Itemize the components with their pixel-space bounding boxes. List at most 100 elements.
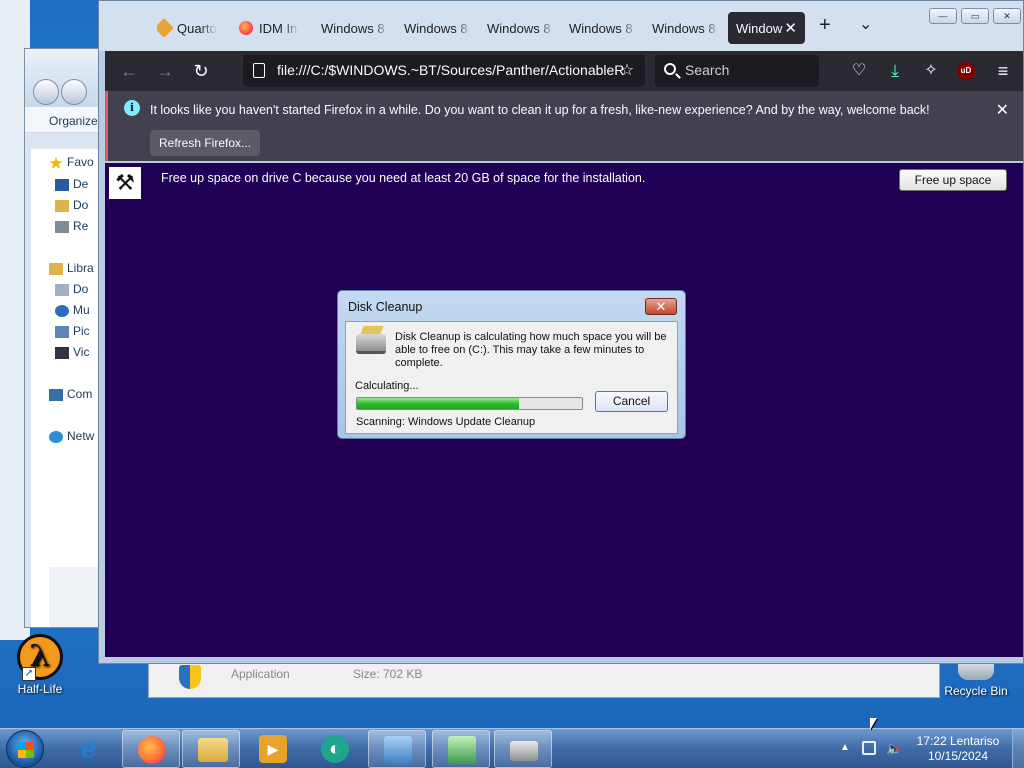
show-hidden-icons-button[interactable]: ▲ [840,742,850,753]
clock-date: 10/15/2024 [927,749,989,763]
tab-label: IDM Int [259,21,299,36]
tab-quarto[interactable]: Quarto [157,12,217,44]
nav-item-desktop[interactable]: De [55,177,88,195]
desktop-icon-label: Half-Life [17,682,63,696]
search-icon [664,63,676,75]
tab-idm[interactable]: IDM Int [239,12,299,44]
nav-item-label: Favo [67,155,94,169]
page-icon [253,63,265,78]
back-arrow-icon[interactable]: ← [117,59,141,83]
taskbar-app[interactable]: ◐ [306,730,364,768]
taskbar-control-panel[interactable] [368,730,426,768]
disk-cleanup-icon [510,741,538,761]
libraries-icon [49,262,63,275]
new-tab-button[interactable]: + [819,15,831,35]
url-bar[interactable]: file:///C:/$WINDOWS.~BT/Sources/Panther/… [243,55,645,87]
quarto-icon [157,18,174,38]
cancel-button[interactable]: Cancel [595,391,668,412]
tab-label: Windows 8 [569,21,633,36]
nav-item-pictures[interactable]: Pic [55,324,90,342]
explorer-window[interactable]: Organize Favo De Do Re Libra Do Mu Pic V… [24,48,109,628]
desktop-icon-half-life[interactable]: λ ↗ Half-Life [0,634,80,696]
app-icon: ◐ [321,735,349,763]
network-tray-icon[interactable] [862,741,876,755]
system-clock[interactable]: 17:22 Lentariso 10/15/2024 [912,734,1004,764]
bookmark-star-icon[interactable]: ☆ [615,59,639,83]
nav-item-label: Netw [67,429,95,443]
taskbar-windows-setup[interactable] [432,730,490,768]
nav-item-computer[interactable]: Com [49,387,92,405]
window-close-button[interactable]: ✕ [993,8,1021,24]
videos-icon [55,346,69,359]
close-icon[interactable]: ✕ [996,100,1009,120]
nav-item-recent-places[interactable]: Re [55,219,88,237]
progress-fill [357,398,519,409]
setup-size-label: Size: 702 KB [353,667,423,681]
disk-cleanup-dialog[interactable]: Disk Cleanup ✕ Disk Cleanup is calculati… [337,290,686,439]
tab-label: Windows 8 [404,21,468,36]
show-desktop-button[interactable] [1012,729,1024,768]
organize-menu[interactable]: Organize [25,107,105,133]
half-life-icon: λ ↗ [17,634,63,681]
computer-icon [49,388,63,401]
search-field[interactable]: Search [655,55,819,87]
progress-bar [356,397,583,410]
nav-item-documents[interactable]: Do [55,282,88,300]
tab-strip: Quarto IDM Int Windows 8 Windows 8 Windo… [99,1,1023,51]
reload-icon[interactable]: ↻ [189,59,213,83]
refresh-firefox-button[interactable]: Refresh Firefox... [150,130,260,156]
tab-windows-8[interactable]: Windows 8 [652,12,720,44]
network-icon [49,430,63,443]
nav-item-music[interactable]: Mu [55,303,90,321]
taskbar-firefox[interactable] [122,730,180,768]
star-icon [49,156,63,169]
taskbar-disk-cleanup[interactable] [494,730,552,768]
free-up-space-button[interactable]: Free up space [899,169,1007,191]
desktop-icon-recycle-bin[interactable]: Recycle Bin [936,660,1016,698]
tab-windows-8[interactable]: Windows 8 [569,12,637,44]
nav-item-libraries[interactable]: Libra [49,261,94,279]
start-button[interactable] [6,730,44,768]
mouse-cursor-icon [870,718,877,730]
tab-windows-8[interactable]: Windows 8 [487,12,555,44]
nav-item-label: Pic [73,324,90,338]
tab-windows-8[interactable]: Windows 8 [404,12,472,44]
control-panel-icon [384,736,412,764]
pocket-icon[interactable]: ♡ [847,59,871,83]
windows-logo-icon [18,742,34,758]
desktop-icon-label: Recycle Bin [944,684,1008,698]
list-all-tabs-button[interactable]: ⌄ [859,15,872,35]
tab-label: Quarto [177,21,217,36]
tab-windows-8[interactable]: Windows 8 [321,12,389,44]
notification-text: It looks like you haven't started Firefo… [150,103,930,117]
volume-muted-icon[interactable]: 🔈 ✕ [886,741,902,757]
maximize-button[interactable]: ▭ [961,8,989,24]
close-icon[interactable]: ✕ [784,19,797,37]
nav-item-label: De [73,177,89,191]
nav-item-downloads[interactable]: Do [55,198,88,216]
minimize-button[interactable]: — [929,8,957,24]
extensions-icon[interactable]: ✧ [919,59,943,83]
taskbar-windows-explorer[interactable] [182,730,240,768]
navigation-toolbar: ← → ↻ file:///C:/$WINDOWS.~BT/Sources/Pa… [105,51,1023,91]
hamburger-menu-icon[interactable]: ≡ [991,59,1015,83]
dialog-title: Disk Cleanup [348,300,423,314]
taskbar-media-player[interactable]: ▶ [244,730,302,768]
nav-item-videos[interactable]: Vic [55,345,89,363]
calculating-label: Calculating... [355,380,419,392]
dialog-message: Disk Cleanup is calculating how much spa… [395,331,667,369]
nav-item-favorites[interactable]: Favo [49,155,94,173]
downloads-icon[interactable]: ⤓ [883,59,907,83]
explorer-back-button[interactable] [33,79,59,105]
taskbar: e ▶ ◐ ▲ 🔈 ✕ 17:22 Lentariso 10/15/2024 [0,728,1024,768]
nav-item-network[interactable]: Netw [49,429,94,447]
tab-active[interactable]: Window ✕ [728,12,805,44]
taskbar-internet-explorer[interactable]: e [60,730,118,768]
ublock-origin-icon[interactable]: uD [957,62,975,80]
explorer-forward-button[interactable] [61,79,87,105]
dialog-close-button[interactable]: ✕ [645,298,677,315]
shortcut-arrow-icon: ↗ [22,667,36,681]
downloads-icon [55,199,69,212]
nav-item-label: Do [73,198,89,212]
forward-arrow-icon[interactable]: → [153,59,177,83]
